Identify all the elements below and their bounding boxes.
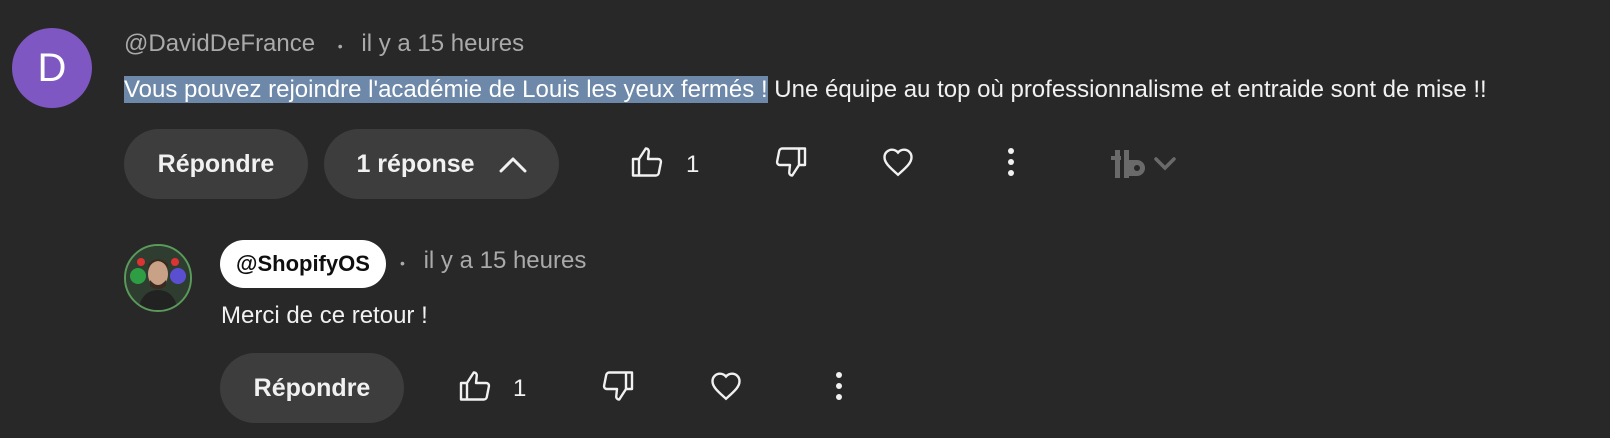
like-button[interactable] xyxy=(626,142,670,186)
like-count: 1 xyxy=(686,151,700,178)
reply-author-name: @ShopifyOS xyxy=(236,251,370,276)
reply-author-avatar[interactable] xyxy=(124,244,192,312)
heart-icon xyxy=(708,368,744,409)
dislike-button[interactable] xyxy=(768,142,812,186)
reply-time[interactable]: il y a 15 heures xyxy=(424,247,587,274)
reply-meta-separator: • xyxy=(400,255,405,271)
reply-creator-heart-button[interactable] xyxy=(704,366,748,410)
chevron-up-icon xyxy=(499,155,527,173)
reply-header: • il y a 15 heures xyxy=(400,247,586,275)
thumb-down-icon xyxy=(599,368,635,409)
more-vertical-icon xyxy=(1007,147,1015,182)
reply-dislike-button[interactable] xyxy=(595,366,639,410)
meta-separator: • xyxy=(337,38,343,54)
replies-count-label: 1 réponse xyxy=(356,149,475,178)
reply-button[interactable]: Répondre xyxy=(124,129,308,199)
thumb-down-icon xyxy=(772,144,808,185)
chevron-down-icon xyxy=(1153,156,1177,172)
avatar-letter: D xyxy=(37,45,67,90)
more-vertical-icon xyxy=(835,371,843,406)
more-actions-button[interactable] xyxy=(998,142,1024,186)
tubebuddy-logo-icon xyxy=(1109,148,1149,180)
creator-heart-button[interactable] xyxy=(876,142,920,186)
comment-text: Vous pouvez rejoindre l'académie de Loui… xyxy=(124,76,1487,104)
reply-text: Merci de ce retour ! xyxy=(221,302,428,329)
author-name[interactable]: @DavidDeFrance xyxy=(124,30,315,57)
reply-like-count: 1 xyxy=(513,375,527,402)
comment-text-rest: Une équipe au top où professionnalisme e… xyxy=(767,76,1487,103)
reply-button-label: Répondre xyxy=(157,149,275,178)
reply-more-actions-button[interactable] xyxy=(826,366,852,410)
extension-menu-button[interactable] xyxy=(1106,146,1180,182)
comment-time[interactable]: il y a 15 heures xyxy=(361,30,524,57)
reply-like-button[interactable] xyxy=(454,366,498,410)
thumb-up-icon xyxy=(630,144,666,185)
reply-author-badge[interactable]: @ShopifyOS xyxy=(220,240,386,288)
toggle-replies-button[interactable]: 1 réponse xyxy=(324,129,559,199)
comment-header: @DavidDeFrance • il y a 15 heures xyxy=(124,30,524,58)
author-avatar[interactable]: D xyxy=(12,28,92,108)
comment-text-selected: Vous pouvez rejoindre l'académie de Loui… xyxy=(124,76,768,103)
thumb-up-icon xyxy=(458,368,494,409)
reply-reply-button[interactable]: Répondre xyxy=(220,353,404,423)
heart-icon xyxy=(880,144,916,185)
reply-reply-button-label: Répondre xyxy=(253,373,371,402)
